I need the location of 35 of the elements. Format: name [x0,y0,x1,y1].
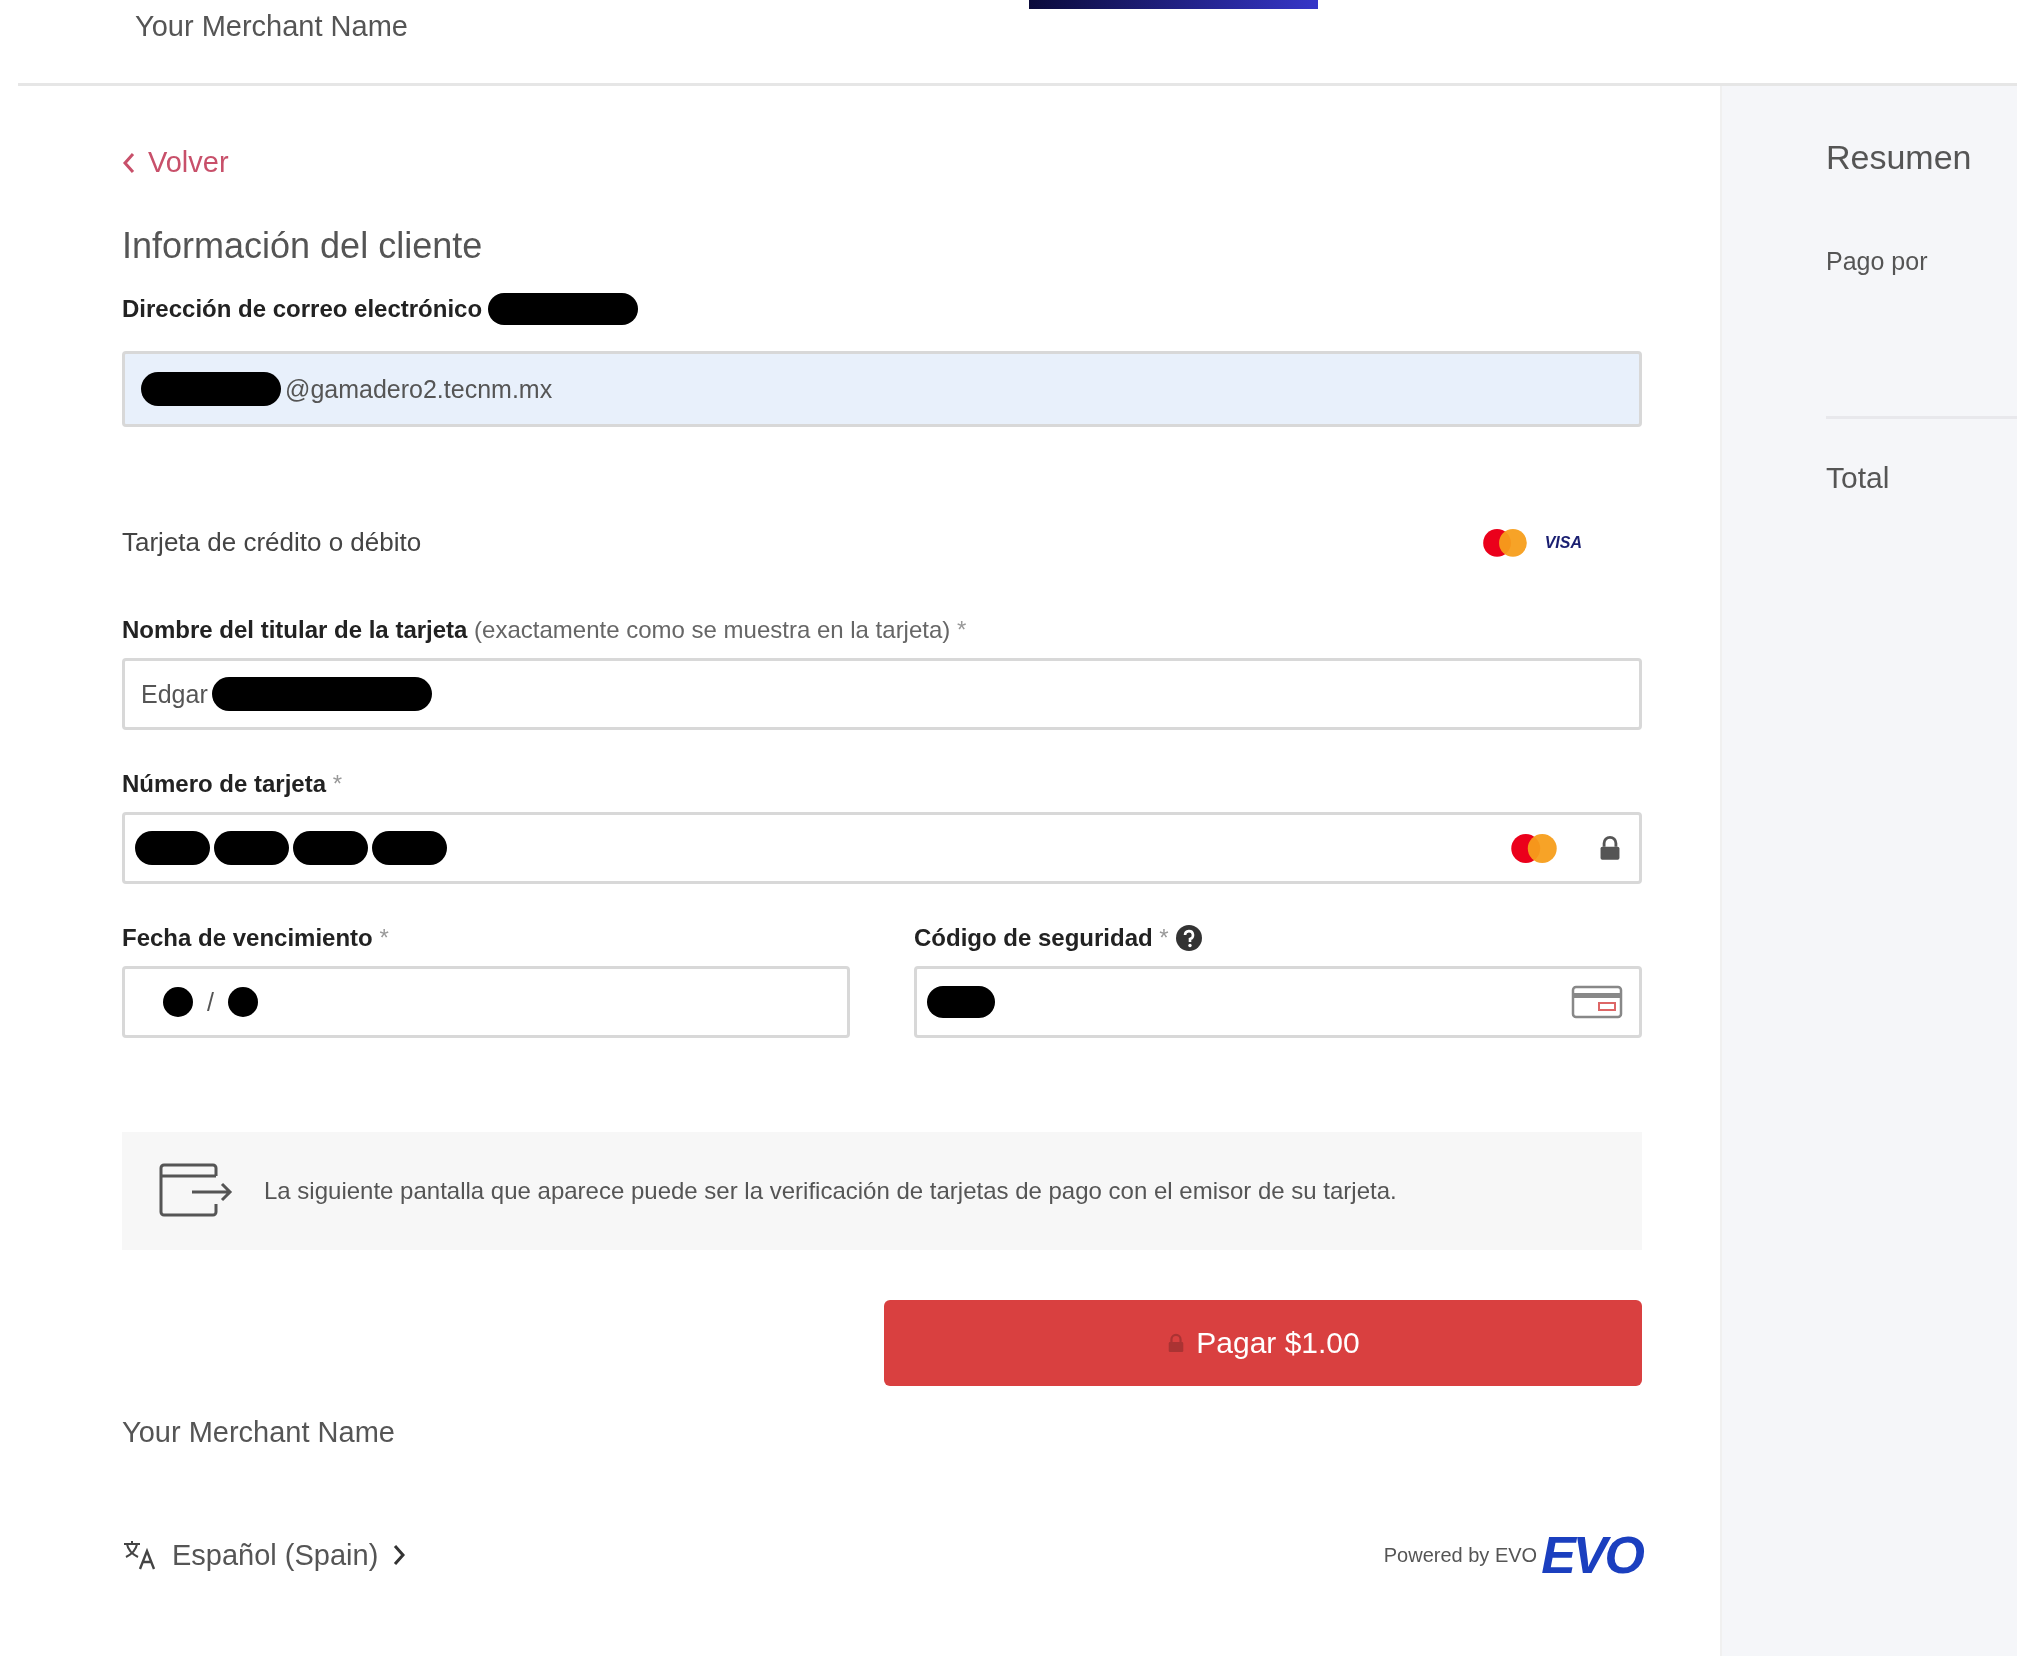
field-label: Nombre del titular de la tarjeta (exactamente como se muestra en la tarjeta) * [122,616,967,644]
translate-icon [122,1539,158,1571]
field-label: Número de tarjeta * [122,770,343,798]
email-field[interactable]: @gamadero2.tecnm.mx [122,351,1642,427]
security-code-field[interactable] [914,966,1642,1038]
card-brand-icon [1480,527,1529,558]
merchant-name: Your Merchant Name [135,10,408,43]
back-link[interactable]: Volver [122,146,229,179]
payment-method-label: Tarjeta de crédito o débito [122,527,422,558]
powered-by-text: Powered by EVO [1383,1543,1538,1567]
chevron-left-icon [122,151,136,174]
merchant-name: Your Merchant Name [122,1416,396,1449]
visa-logo: VISA [1544,533,1582,552]
card-arrow-icon [158,1162,234,1220]
field-label: Código de seguridad * [914,924,1169,952]
redaction-mark [927,986,995,1018]
summary-line: Pago por [1826,247,1929,276]
expiry-field[interactable]: / [122,966,850,1038]
field-label: Dirección de correo electrónico [122,295,483,323]
summary-title: Resumen [1826,138,1973,177]
total-label: Total [1826,461,1891,495]
card-icon [1571,985,1623,1019]
section-title: Información del cliente [122,225,484,267]
field-label: Fecha de vencimiento * [122,924,389,952]
card-number-field[interactable] [122,812,1642,884]
card-brand-icon [1509,832,1559,864]
chevron-right-icon [392,1544,407,1566]
redaction-mark [163,987,193,1017]
language-selector[interactable]: Español (Spain) [122,1538,407,1572]
redaction-mark [227,987,258,1017]
help-icon[interactable] [1174,924,1203,952]
notice-text: La siguiente pantalla que aparece puede ser la verificación de tarjetas de pago con el emisor de su tarjeta. [264,1175,1397,1206]
brand-logo: EVO [1541,1525,1642,1585]
cardholder-field[interactable]: Edgar [122,658,1642,730]
pay-button[interactable]: Pagar $1.00 [884,1300,1642,1386]
